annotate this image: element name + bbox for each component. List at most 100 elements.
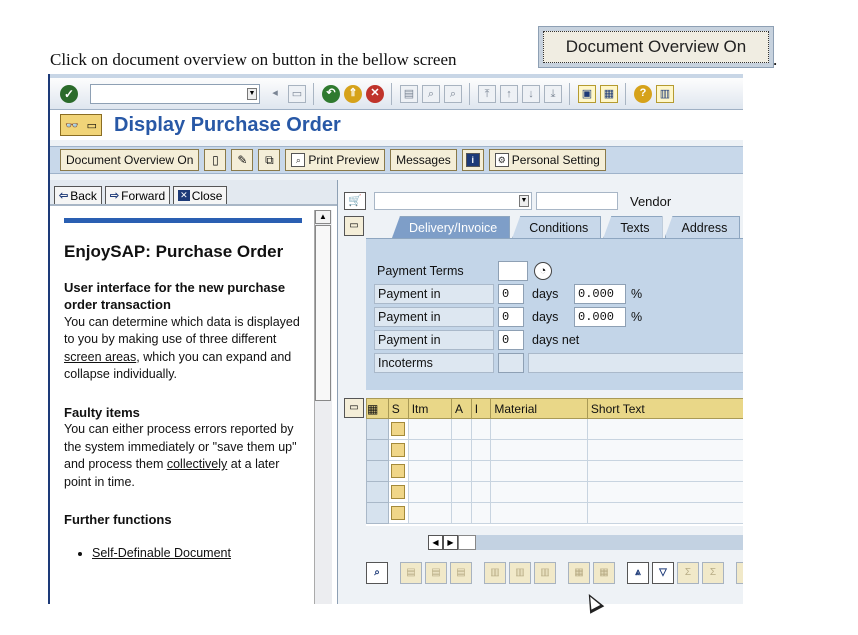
toolbar-separator [569,82,571,105]
column-header-short-text[interactable]: Short Text [586,398,743,419]
sum-icon[interactable]: Σ [677,562,699,584]
filter-icon[interactable]: ▽ [652,562,674,584]
print-icon[interactable]: ▤ [400,84,418,103]
column-header-i[interactable]: I [470,398,492,419]
table-row[interactable] [366,439,743,461]
document-overview-on-button[interactable]: Document Overview On [60,149,200,171]
table-row[interactable] [366,481,743,503]
arrow-left-icon[interactable]: ◂ [266,85,284,103]
insert-row-icon[interactable]: ▤ [400,562,422,584]
find-icon[interactable]: ⌕ [422,84,440,103]
select-all-icon[interactable]: ▦ [366,398,389,419]
cart-icon[interactable]: 🛒 [344,192,366,210]
order-type-dropdown-icon[interactable]: ▼ [519,195,529,207]
save-icon[interactable]: ▭ [288,84,306,103]
screen-areas-link[interactable]: screen areas [64,350,136,364]
scroll-left-icon[interactable]: ◀ [428,534,443,550]
column-header-item[interactable]: Itm [407,398,453,419]
info-button[interactable]: i [461,149,484,171]
personal-setting-label: Personal Setting [511,153,600,167]
column-header-a[interactable]: A [451,398,472,419]
payment-percent-field[interactable]: 0.000 [574,307,626,327]
transaction-icons: 👓 ▭ [60,114,102,136]
lock-icon[interactable]: ▥ [509,562,531,584]
help-forward-button[interactable]: ⇨ Forward [104,186,171,204]
items-horizontal-scrollbar[interactable]: ◀ ▶ [428,534,743,550]
trash-icon[interactable]: ▥ [484,562,506,584]
layout-menu-icon[interactable]: ▥ [656,84,674,103]
previous-page-icon[interactable]: ↑ [500,84,518,103]
order-number-field[interactable] [536,192,618,210]
first-page-icon[interactable]: ⤒ [478,84,496,103]
last-page-icon[interactable]: ⤓ [544,84,562,103]
payment-percent-field[interactable]: 0.000 [574,284,626,304]
create-session-icon[interactable]: ▣ [578,84,596,103]
delivery-invoice-panel: Payment Terms ◔ Payment in 0 days 0.000 … [366,238,743,390]
exit-icon[interactable]: ⇑ [344,84,362,103]
item-toolbar: ⌕ ▤ ▤ ▤ ▥ ▥ ▥ ▦ ▦ ⩓ ▽ Σ Σ ▭ [366,560,743,586]
incoterms-field[interactable] [498,353,524,373]
column-header-s[interactable]: S [387,398,409,419]
horizontal-scroll-track[interactable] [476,534,743,550]
command-field-dropdown-icon[interactable]: ▼ [247,87,257,100]
help-close-button[interactable]: ✕ Close [173,186,228,204]
payment-terms-help-icon[interactable]: ◔ [534,262,552,280]
tab-conditions[interactable]: Conditions [512,216,602,238]
percent-symbol: % [631,310,643,324]
payment-days-field[interactable]: 0 [498,330,524,350]
payment-terms-label: Payment Terms [377,264,464,278]
table-row[interactable] [366,460,743,482]
sort-ascending-icon[interactable]: ⩓ [627,562,649,584]
table-header-row: ▦ S Itm A I Material Short Text [366,398,743,419]
item-overview-collapse-icon[interactable]: ▭ [344,398,364,418]
incoterms-location-field[interactable] [528,353,743,373]
display-change-button[interactable]: ✎ [231,149,254,171]
copy-row-icon[interactable]: ▤ [425,562,447,584]
order-type-field[interactable]: ▼ [374,192,532,210]
find-next-icon[interactable]: ⌕ [444,84,462,103]
cancel-icon[interactable]: ✕ [366,84,384,103]
scroll-right-icon[interactable]: ▶ [443,534,458,550]
items-table: ▦ S Itm A I Material Short Text [366,398,743,526]
tab-address[interactable]: Address [664,216,741,238]
print-preview-button[interactable]: ⌕ Print Preview [285,149,386,171]
shortcut-icon[interactable]: ▦ [600,84,618,103]
release-icon[interactable]: ▥ [534,562,556,584]
help-section1-title: User interface for the new purchase orde… [64,279,286,313]
personal-setting-button[interactable]: ⚙ Personal Setting [488,149,606,171]
self-definable-document-link[interactable]: Self-Definable Document [92,546,231,560]
system-toolbar: ✓ ▼ ◂ ▭ ↶ ⇑ ✕ ▤ ⌕ ⌕ ⤒ ↑ ↓ ⤓ ▣ ▦ ? ▥ [50,74,743,110]
new-document-button[interactable]: ▯ [204,149,227,171]
personal-setting-icon: ⚙ [494,153,509,167]
help-icon[interactable]: ? [634,84,652,103]
scroll-thumb[interactable] [315,225,331,401]
header-collapse-icon[interactable]: ▭ [344,216,364,236]
item-details-icon[interactable]: ⌕ [366,562,388,584]
additional-planning-icon[interactable]: ▦ [593,562,615,584]
payment-terms-field[interactable] [498,261,528,281]
subtotal-icon[interactable]: Σ [702,562,724,584]
export-icon[interactable]: ▭ [736,562,743,584]
incoterms-row: Incoterms [374,353,743,373]
payment-days-field[interactable]: 0 [498,307,524,327]
help-back-button[interactable]: ⇦ Back [54,186,102,204]
tab-delivery-invoice[interactable]: Delivery/Invoice [392,216,511,238]
collectively-link[interactable]: collectively [167,457,227,471]
next-page-icon[interactable]: ↓ [522,84,540,103]
help-vertical-scrollbar[interactable]: ▲ [314,210,332,604]
delete-row-icon[interactable]: ▤ [450,562,472,584]
back-icon[interactable]: ↶ [322,84,340,103]
table-row[interactable] [366,418,743,440]
column-header-material[interactable]: Material [490,398,588,419]
table-row[interactable] [366,502,743,524]
default-values-icon[interactable]: ▦ [568,562,590,584]
command-field[interactable]: ▼ [90,83,260,104]
horizontal-scroll-thumb[interactable] [458,534,476,550]
other-document-button[interactable]: ⧉ [258,149,281,171]
messages-button[interactable]: Messages [390,149,457,171]
tab-texts[interactable]: Texts [603,216,663,238]
help-navigation: ⇦ Back ⇨ Forward ✕ Close [50,180,337,206]
scroll-up-icon[interactable]: ▲ [315,210,331,224]
enter-icon[interactable]: ✓ [60,84,78,103]
payment-days-field[interactable]: 0 [498,284,524,304]
